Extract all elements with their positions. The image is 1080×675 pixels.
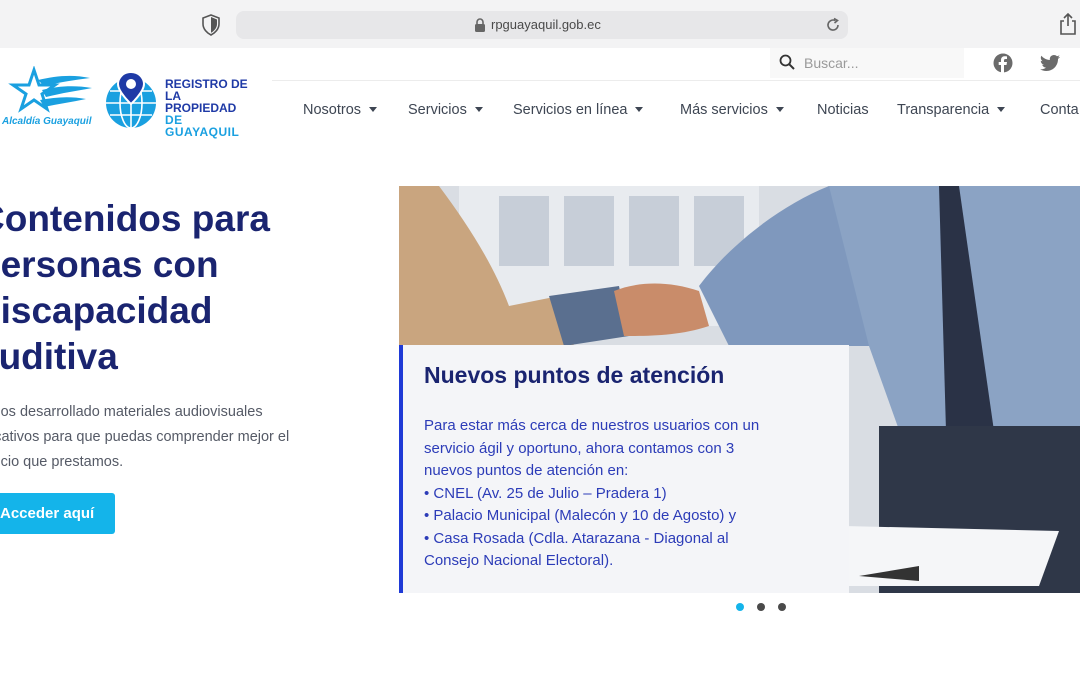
lock-icon	[475, 18, 485, 32]
main-nav: Nosotros Servicios Servicios en línea Má…	[0, 102, 1080, 122]
nav-item-nosotros[interactable]: Nosotros	[303, 102, 378, 118]
chevron-down-icon	[369, 107, 378, 112]
slide-text-line: servicio ágil y oportuno, ahora contamos…	[424, 439, 735, 457]
chevron-down-icon	[997, 107, 1006, 112]
chevron-down-icon	[635, 107, 644, 112]
hero-description-line: Hemos desarrollado materiales audiovisua…	[0, 404, 263, 420]
slide-text-line: • Casa Rosada (Cdla. Atarazana - Diagona…	[424, 529, 729, 547]
nav-item-noticias[interactable]: Noticias	[817, 102, 869, 118]
hero-title-line: discapacidad	[0, 290, 213, 331]
nav-item-transparencia[interactable]: Transparencia	[897, 102, 1006, 118]
shield-icon[interactable]	[201, 14, 221, 36]
nav-item-contacto[interactable]: Conta	[1040, 102, 1079, 118]
hero-title: Contenidos para personas con discapacida…	[0, 196, 358, 380]
slide-text-line: Consejo Nacional Electoral).	[424, 552, 614, 569]
nav-item-servicios[interactable]: Servicios	[408, 102, 483, 118]
hero-description-line: educativos para que puedas comprender me…	[0, 429, 290, 445]
reload-icon[interactable]	[825, 17, 841, 33]
nav-item-servicios-en-linea[interactable]: Servicios en línea	[513, 102, 644, 118]
slide-text-line: nuevos puntos de atención en:	[424, 462, 629, 479]
header-divider	[272, 80, 1080, 81]
carousel-dot[interactable]	[778, 603, 786, 611]
facebook-icon[interactable]	[993, 53, 1013, 73]
search-placeholder: Buscar...	[804, 55, 859, 71]
hero-description: Hemos desarrollado materiales audiovisua…	[0, 400, 350, 475]
nav-item-mas-servicios[interactable]: Más servicios	[680, 102, 784, 118]
chevron-down-icon	[474, 107, 483, 112]
twitter-icon[interactable]	[1040, 55, 1060, 71]
hero-title-line: personas con	[0, 244, 219, 285]
search-icon[interactable]	[779, 54, 795, 70]
slide-description: Para estar más cerca de nuestros usuario…	[424, 415, 844, 573]
hero-description-line: servicio que prestamos.	[0, 454, 124, 470]
hero-title-line: Contenidos para	[0, 198, 270, 239]
share-icon[interactable]	[1058, 13, 1078, 35]
chevron-down-icon	[775, 107, 784, 112]
search-input[interactable]	[770, 48, 964, 78]
slide-text-line: Para estar más cerca de nuestros usuario…	[424, 417, 760, 434]
hero-title-line: auditiva	[0, 336, 118, 377]
carousel-dots	[734, 603, 794, 613]
carousel-dot[interactable]	[736, 603, 744, 611]
url-text[interactable]: rpguayaquil.gob.ec	[491, 17, 601, 32]
slide-text-line: • CNEL (Av. 25 de Julio – Pradera 1)	[424, 484, 667, 502]
slide-text-line: • Palacio Municipal (Malecón y 10 de Ago…	[424, 507, 737, 524]
carousel-dot[interactable]	[757, 603, 765, 611]
acceder-button[interactable]: Acceder aquí	[0, 493, 115, 534]
slide-title: Nuevos puntos de atención	[424, 362, 725, 388]
